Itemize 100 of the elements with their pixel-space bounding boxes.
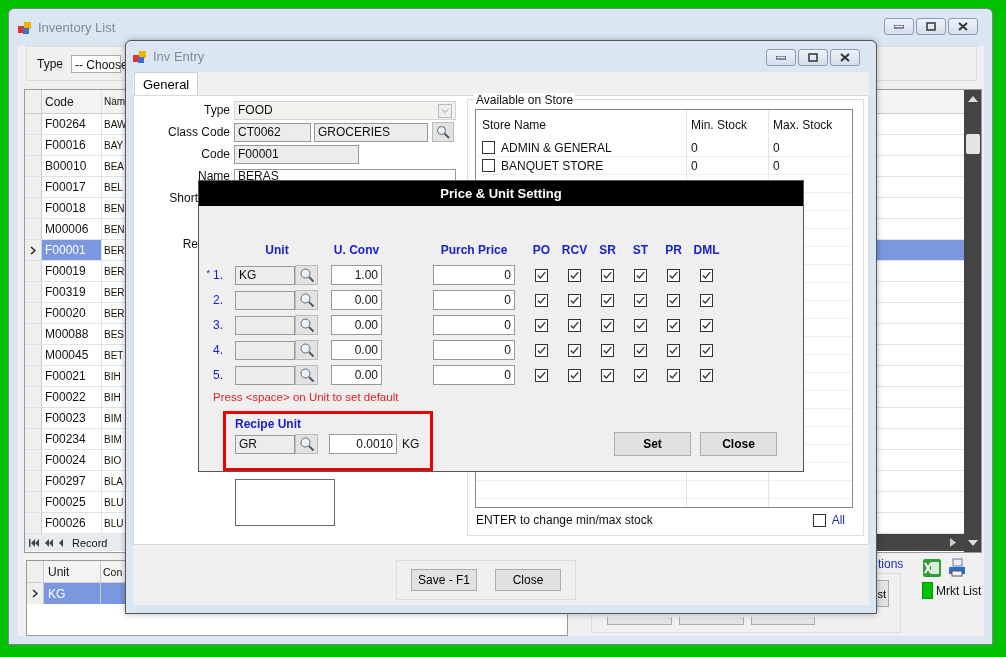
scroll-down-icon[interactable] xyxy=(967,540,978,546)
conversion-field[interactable]: 0.00 xyxy=(331,340,382,360)
column-header[interactable]: Unit xyxy=(44,561,101,582)
checkbox[interactable] xyxy=(568,293,581,307)
price-field[interactable]: 0 xyxy=(433,265,515,285)
checkbox[interactable] xyxy=(700,368,713,382)
maximize-button[interactable] xyxy=(798,49,828,66)
checkbox[interactable] xyxy=(601,268,614,282)
checkbox[interactable] xyxy=(568,368,581,382)
search-button[interactable] xyxy=(295,434,318,454)
close-button[interactable] xyxy=(948,18,978,35)
checkbox[interactable] xyxy=(535,293,548,307)
price-field[interactable]: 0 xyxy=(433,365,515,385)
checkbox[interactable] xyxy=(667,293,680,307)
class-name-field[interactable]: GROCERIES xyxy=(314,122,428,142)
unit-field[interactable] xyxy=(235,290,295,310)
type-label: Type xyxy=(37,56,63,71)
checkbox[interactable] xyxy=(700,343,713,357)
search-icon xyxy=(298,267,315,283)
factor-field[interactable]: 0.0010 xyxy=(329,434,397,454)
class-code-field[interactable]: CT0062 xyxy=(234,122,311,142)
minimize-button[interactable] xyxy=(884,18,914,35)
column-header[interactable]: Min. Stock xyxy=(687,110,769,139)
checkbox[interactable] xyxy=(634,343,647,357)
previous-page-icon[interactable] xyxy=(45,538,54,547)
close-button[interactable]: Close xyxy=(495,569,561,591)
recipe-unit-field[interactable]: GR xyxy=(235,434,295,454)
checkbox[interactable] xyxy=(667,368,680,382)
checkbox[interactable] xyxy=(634,318,647,332)
unit-field[interactable]: KG xyxy=(235,265,295,285)
search-button[interactable] xyxy=(432,122,454,142)
price-field[interactable]: 0 xyxy=(433,315,515,335)
checkbox[interactable] xyxy=(700,293,713,307)
checkbox[interactable] xyxy=(812,513,826,527)
checkbox[interactable] xyxy=(634,268,647,282)
save-button[interactable]: Save - F1 xyxy=(411,569,477,591)
column-header[interactable]: Max. Stock xyxy=(769,110,852,139)
hint-text: ENTER to change min/max stock xyxy=(476,513,653,527)
first-record-icon[interactable] xyxy=(29,538,40,547)
previous-record-icon[interactable] xyxy=(59,538,64,547)
conversion-field[interactable]: 1.00 xyxy=(331,265,382,285)
column-header: DML xyxy=(692,243,721,257)
search-button[interactable] xyxy=(295,365,318,385)
close-button[interactable]: Close xyxy=(700,432,777,456)
checkbox[interactable] xyxy=(568,318,581,332)
column-header[interactable]: Store Name xyxy=(476,110,687,139)
search-icon xyxy=(436,125,450,139)
checkbox[interactable] xyxy=(601,318,614,332)
maximize-button[interactable] xyxy=(916,18,946,35)
printer-icon[interactable] xyxy=(947,558,967,578)
checkbox[interactable] xyxy=(700,268,713,282)
column-header[interactable]: Code xyxy=(42,90,102,113)
scroll-right-icon[interactable] xyxy=(950,538,956,547)
price-field[interactable]: 0 xyxy=(433,290,515,310)
conversion-field[interactable]: 0.00 xyxy=(331,315,382,335)
tab[interactable]: General xyxy=(134,72,199,95)
checkbox[interactable] xyxy=(700,318,713,332)
search-button[interactable] xyxy=(295,315,318,335)
column-header: RCV xyxy=(560,243,589,257)
checkbox[interactable] xyxy=(535,268,548,282)
checkbox[interactable] xyxy=(535,368,548,382)
search-button[interactable] xyxy=(295,340,318,360)
minimize-button[interactable] xyxy=(766,49,796,66)
options-link[interactable]: tions xyxy=(878,557,904,571)
column-header[interactable]: Nam xyxy=(102,90,126,113)
unit-field[interactable] xyxy=(235,340,295,360)
checkbox[interactable] xyxy=(482,141,495,154)
scroll-up-icon[interactable] xyxy=(967,96,978,102)
checkbox[interactable] xyxy=(634,368,647,382)
checkbox[interactable] xyxy=(568,343,581,357)
code-field[interactable]: F00001 xyxy=(234,144,359,164)
search-button[interactable] xyxy=(295,290,318,310)
checkbox[interactable] xyxy=(634,293,647,307)
price-field[interactable]: 0 xyxy=(433,340,515,360)
checkbox[interactable] xyxy=(535,318,548,332)
close-button[interactable] xyxy=(830,49,860,66)
search-button[interactable] xyxy=(295,265,318,285)
type-dropdown[interactable]: FOOD xyxy=(234,100,456,120)
checkbox[interactable] xyxy=(568,268,581,282)
spreadsheet-icon[interactable] xyxy=(922,558,942,578)
checkbox[interactable] xyxy=(535,343,548,357)
checkbox[interactable] xyxy=(601,368,614,382)
checkbox[interactable] xyxy=(482,159,495,172)
checkbox[interactable] xyxy=(601,343,614,357)
checkbox[interactable] xyxy=(601,293,614,307)
row-header[interactable] xyxy=(27,583,44,604)
unit-field[interactable] xyxy=(235,315,295,335)
checkbox[interactable] xyxy=(667,318,680,332)
memo-field[interactable] xyxy=(235,479,335,526)
vertical-scrollbar[interactable] xyxy=(964,90,981,552)
scroll-thumb[interactable] xyxy=(965,134,980,154)
checkbox[interactable] xyxy=(667,268,680,282)
conversion-field[interactable]: 0.00 xyxy=(331,290,382,310)
column-header[interactable]: Con xyxy=(101,561,125,582)
row-header[interactable] xyxy=(25,240,42,260)
unit-field[interactable] xyxy=(235,365,295,385)
list-button[interactable]: st xyxy=(877,580,889,607)
conversion-field[interactable]: 0.00 xyxy=(331,365,382,385)
set-button[interactable]: Set xyxy=(614,432,691,456)
checkbox[interactable] xyxy=(667,343,680,357)
